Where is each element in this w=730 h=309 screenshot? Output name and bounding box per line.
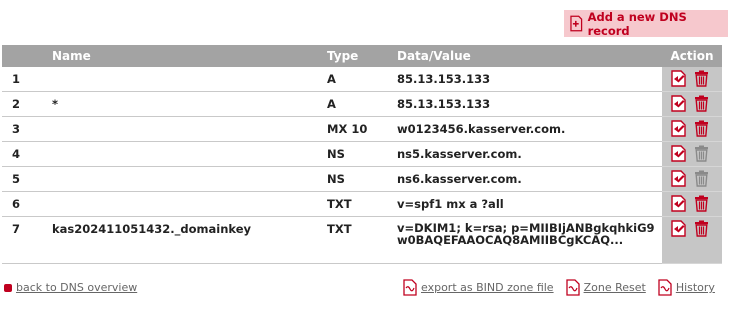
row-number: 6 [2, 191, 52, 217]
record-name: * [52, 91, 327, 117]
document-history-icon [658, 279, 672, 296]
record-name [52, 116, 327, 142]
row-actions [662, 141, 722, 167]
record-data-text: 85.13.153.133 [397, 97, 491, 111]
row-actions [662, 166, 722, 192]
record-data-value: ns5.kasserver.com. [397, 141, 662, 167]
footer-actions: export as BIND zone file Zone Reset Hist… [403, 279, 715, 296]
edit-record-icon[interactable] [670, 170, 687, 190]
edit-record-icon[interactable] [670, 145, 687, 165]
table-row: 4 NS ns5.kasserver.com. [2, 141, 722, 167]
row-actions [662, 67, 722, 92]
record-name [52, 191, 327, 217]
record-type: TXT [327, 216, 397, 264]
record-name [52, 67, 327, 92]
add-dns-record-label: Add a new DNS record [587, 9, 687, 38]
record-type: A [327, 67, 397, 92]
record-data-text: v=DKIM1; k=rsa; p=MIIBIjANBgkqhkiG9w0BAQ… [397, 221, 655, 247]
row-number: 7 [2, 216, 52, 264]
record-type: MX 10 [327, 116, 397, 142]
edit-record-icon[interactable] [670, 70, 687, 90]
edit-record-icon[interactable] [670, 195, 687, 215]
delete-record-icon[interactable] [693, 220, 710, 240]
delete-record-icon[interactable] [693, 120, 710, 140]
table-row: 1 A 85.13.153.133 [2, 67, 722, 92]
header-type: Type [327, 45, 397, 67]
table-row: 2 * A 85.13.153.133 [2, 91, 722, 117]
record-name [52, 141, 327, 167]
record-data-text: ns5.kasserver.com. [397, 147, 522, 161]
edit-record-icon[interactable] [670, 120, 687, 140]
delete-record-icon[interactable] [693, 70, 710, 90]
record-type: NS [327, 141, 397, 167]
zone-reset-link[interactable]: Zone Reset [565, 279, 646, 296]
record-data-value: v=spf1 mx a ?all [397, 191, 662, 217]
record-data-value: 85.13.153.133 [397, 91, 662, 117]
dns-records-table: Name Type Data/Value Action 1 A 85.13.153.… [2, 45, 722, 264]
delete-record-disabled-icon [693, 170, 710, 190]
row-actions [662, 91, 722, 117]
delete-record-icon[interactable] [693, 95, 710, 115]
record-data-value: 85.13.153.133 [397, 67, 662, 92]
header-action: Action [662, 45, 722, 67]
header-name: Name [52, 45, 327, 67]
record-data-text: ns6.kasserver.com. [397, 172, 522, 186]
record-data-value: v=DKIM1; k=rsa; p=MIIBIjANBgkqhkiG9w0BAQ… [397, 216, 662, 264]
row-number: 2 [2, 91, 52, 117]
edit-record-icon[interactable] [670, 95, 687, 115]
record-name: kas202411051432._domainkey [52, 216, 327, 264]
table-row: 3 MX 10 w0123456.kasserver.com. [2, 116, 722, 142]
record-data-value: w0123456.kasserver.com. [397, 116, 662, 142]
table-row: 6 TXT v=spf1 mx a ?all [2, 191, 722, 217]
export-bind-zone-link[interactable]: export as BIND zone file [403, 279, 554, 296]
table-row: 5 NS ns6.kasserver.com. [2, 166, 722, 192]
record-data-value: ns6.kasserver.com. [397, 166, 662, 192]
row-actions [662, 116, 722, 142]
document-reset-icon [565, 279, 580, 296]
back-to-dns-overview-link[interactable]: back to DNS overview [16, 281, 137, 294]
zone-reset-label: Zone Reset [583, 281, 646, 294]
row-number: 3 [2, 116, 52, 142]
record-data-text: w0123456.kasserver.com. [397, 122, 566, 136]
header-number [2, 45, 52, 67]
header-data-value: Data/Value [397, 45, 662, 67]
row-number: 4 [2, 141, 52, 167]
back-link-container: back to DNS overview [4, 281, 137, 294]
record-data-text: 85.13.153.133 [397, 72, 491, 86]
edit-record-icon[interactable] [670, 220, 687, 240]
history-link[interactable]: History [658, 279, 715, 296]
delete-record-disabled-icon [693, 145, 710, 165]
row-actions [662, 191, 722, 217]
record-name [52, 166, 327, 192]
export-bind-zone-label: export as BIND zone file [421, 281, 554, 294]
add-record-icon [570, 15, 583, 32]
back-bullet-icon [4, 283, 12, 292]
row-number: 1 [2, 67, 52, 92]
delete-record-icon[interactable] [693, 195, 710, 215]
row-actions [662, 216, 722, 264]
history-label: History [675, 281, 715, 294]
record-type: NS [327, 166, 397, 192]
record-type: TXT [327, 191, 397, 217]
record-type: A [327, 91, 397, 117]
row-number: 5 [2, 166, 52, 192]
document-edit-icon [403, 279, 417, 296]
record-data-text: v=spf1 mx a ?all [397, 197, 504, 211]
add-dns-record-button[interactable]: Add a new DNS record [564, 9, 728, 38]
table-header-row: Name Type Data/Value Action [2, 45, 722, 67]
table-row: 7 kas202411051432._domainkey TXT v=DKIM1; k… [2, 216, 722, 264]
